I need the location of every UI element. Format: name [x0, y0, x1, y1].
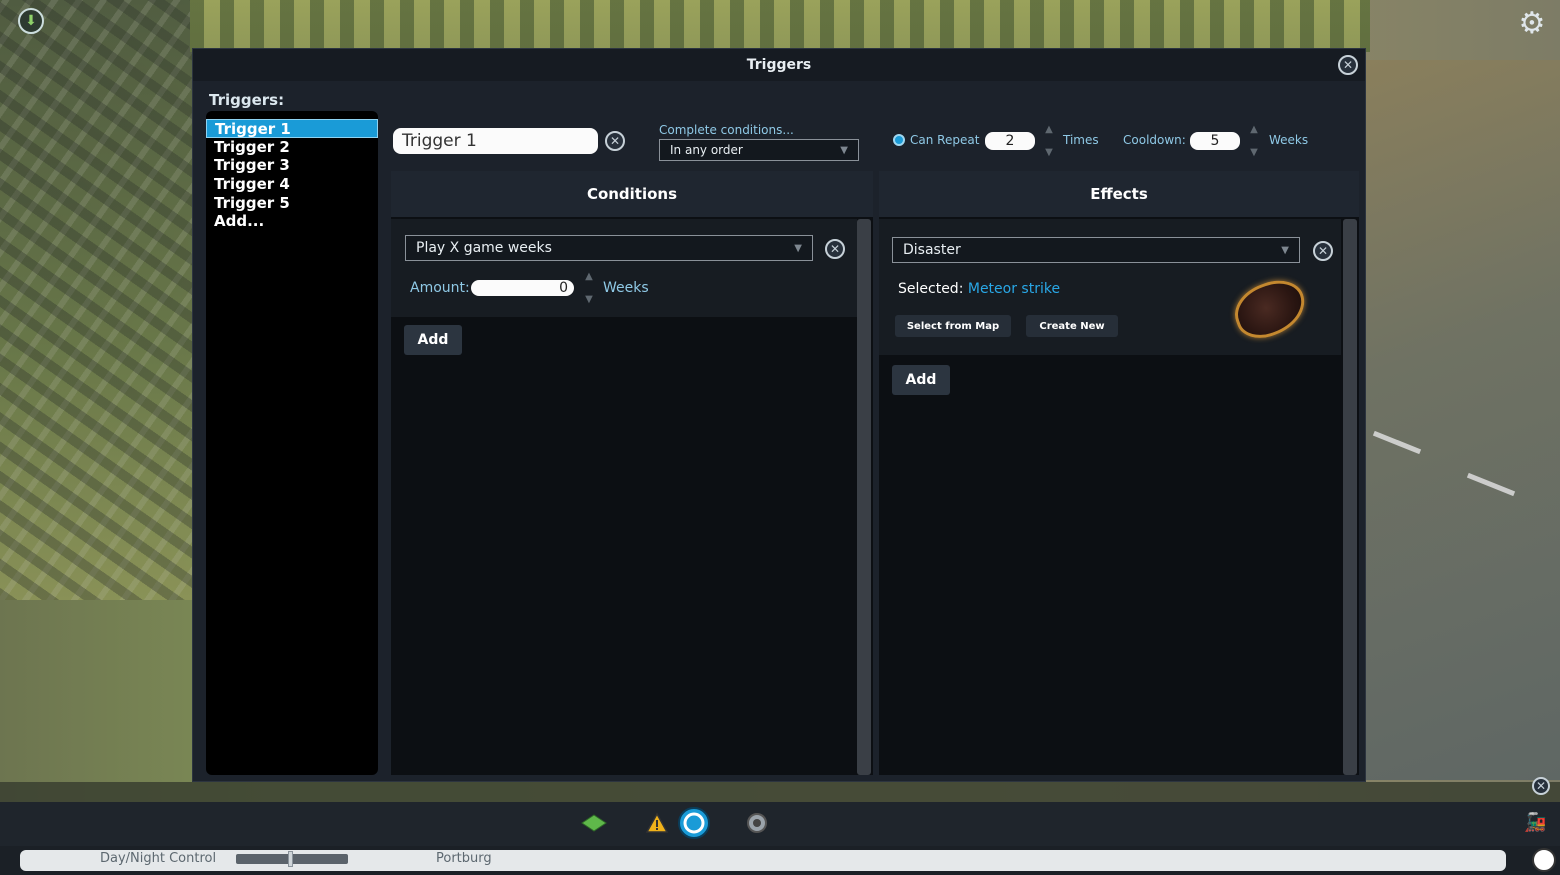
map-city-area: [0, 0, 200, 600]
create-new-button[interactable]: Create New: [1026, 315, 1118, 337]
disaster-triggers-icon[interactable]: [677, 806, 711, 840]
times-label: Times: [1063, 133, 1099, 147]
day-night-label: Day/Night Control: [100, 851, 217, 866]
trigger-list-item[interactable]: Trigger 2: [206, 138, 378, 157]
repeat-times-field[interactable]: 2: [985, 132, 1035, 150]
condition-type-dropdown[interactable]: Play X game weeks ▼: [405, 235, 813, 261]
add-condition-button[interactable]: Add: [404, 325, 462, 355]
selected-disaster: Selected: Meteor strike: [898, 281, 1060, 297]
map-water-area: [1366, 60, 1560, 780]
effects-panel: Effects Disaster ▼ ✕ Selected: Meteor st…: [879, 171, 1359, 775]
chevron-down-icon: ▼: [840, 144, 848, 156]
map-forest-strip: [190, 0, 1370, 52]
chevron-down-icon: ▼: [794, 242, 802, 254]
step-up-icon[interactable]: ▲: [585, 271, 593, 282]
bottom-toolbar: [0, 802, 1560, 846]
complete-conditions-dropdown[interactable]: In any order ▼: [659, 139, 859, 161]
trigger-list-item[interactable]: Trigger 5: [206, 194, 378, 213]
effect-type-dropdown[interactable]: Disaster ▼: [892, 237, 1300, 263]
step-down-icon[interactable]: ▼: [585, 294, 593, 305]
can-repeat-label: Can Repeat: [910, 133, 980, 147]
trigger-list: Trigger 1 Trigger 2 Trigger 3 Trigger 4 …: [206, 111, 378, 775]
effect-entry: Disaster ▼ ✕ Selected: Meteor strike Sel…: [879, 219, 1341, 355]
conditions-panel: Conditions Play X game weeks ▼ ✕ Amount:…: [391, 171, 873, 775]
step-up-icon[interactable]: ▲: [1250, 124, 1258, 135]
city-name: Portburg: [436, 851, 492, 866]
effects-header: Effects: [879, 171, 1359, 217]
select-from-map-button[interactable]: Select from Map: [895, 315, 1011, 337]
step-down-icon[interactable]: ▼: [1045, 147, 1053, 158]
close-icon[interactable]: ✕: [1532, 777, 1550, 795]
can-repeat-toggle[interactable]: Can Repeat: [893, 133, 979, 147]
step-down-icon[interactable]: ▼: [1250, 147, 1258, 158]
chat-icon[interactable]: [1532, 848, 1556, 872]
repeat-times-stepper[interactable]: ▲ ▼: [1041, 124, 1057, 158]
effects-scrollbar[interactable]: [1343, 219, 1357, 775]
amount-field[interactable]: 0: [471, 280, 574, 296]
settings-gear-icon[interactable]: [744, 810, 770, 836]
cooldown-label: Cooldown:: [1123, 133, 1186, 147]
trigger-list-item[interactable]: Trigger 1: [206, 119, 378, 138]
selected-label: Selected:: [898, 281, 964, 297]
amount-unit-label: Weeks: [603, 280, 649, 296]
weeks-label: Weeks: [1269, 133, 1309, 147]
complete-conditions-value: In any order: [670, 143, 743, 157]
terrain-icon[interactable]: [581, 810, 607, 836]
conditions-scrollbar[interactable]: [857, 219, 871, 775]
trigger-name-field[interactable]: Trigger 1: [393, 128, 598, 154]
download-icon[interactable]: ⬇: [18, 8, 44, 34]
clear-name-close-icon[interactable]: ✕: [605, 131, 625, 151]
step-up-icon[interactable]: ▲: [1045, 124, 1053, 135]
effect-type-value: Disaster: [903, 242, 961, 258]
trigger-list-item[interactable]: Trigger 3: [206, 156, 378, 175]
dialog-title: Triggers: [746, 57, 812, 73]
meteor-icon: [1227, 272, 1313, 346]
selected-disaster-link[interactable]: Meteor strike: [968, 281, 1060, 297]
bottom-strip: [0, 782, 1560, 802]
remove-condition-close-icon[interactable]: ✕: [825, 239, 845, 259]
train-icon[interactable]: 🚂: [1524, 812, 1548, 833]
conditions-header: Conditions: [391, 171, 873, 217]
remove-effect-close-icon[interactable]: ✕: [1313, 241, 1333, 261]
amount-label: Amount:: [410, 280, 470, 296]
trigger-list-item[interactable]: Trigger 4: [206, 175, 378, 194]
condition-type-value: Play X game weeks: [416, 240, 552, 256]
gear-icon[interactable]: ⚙: [1516, 8, 1548, 40]
warning-icon[interactable]: [644, 810, 670, 836]
dialog-title-bar: Triggers ✕: [193, 49, 1365, 81]
triggers-heading: Triggers:: [209, 91, 285, 109]
chevron-down-icon: ▼: [1281, 244, 1289, 256]
cooldown-field[interactable]: 5: [1190, 132, 1240, 150]
add-trigger-item[interactable]: Add...: [206, 212, 378, 231]
add-effect-button[interactable]: Add: [892, 365, 950, 395]
amount-stepper[interactable]: ▲ ▼: [581, 271, 597, 305]
close-icon[interactable]: ✕: [1338, 55, 1358, 75]
triggers-dialog: Triggers ✕ Triggers: Trigger 1 Trigger 2…: [192, 48, 1366, 782]
day-night-slider-thumb[interactable]: [288, 851, 293, 867]
complete-conditions-label: Complete conditions...: [659, 123, 794, 137]
radio-checked-icon[interactable]: [893, 134, 905, 146]
condition-entry: Play X game weeks ▼ ✕ Amount: 0 ▲ ▼ Week…: [391, 219, 857, 317]
cooldown-stepper[interactable]: ▲ ▼: [1246, 124, 1262, 158]
